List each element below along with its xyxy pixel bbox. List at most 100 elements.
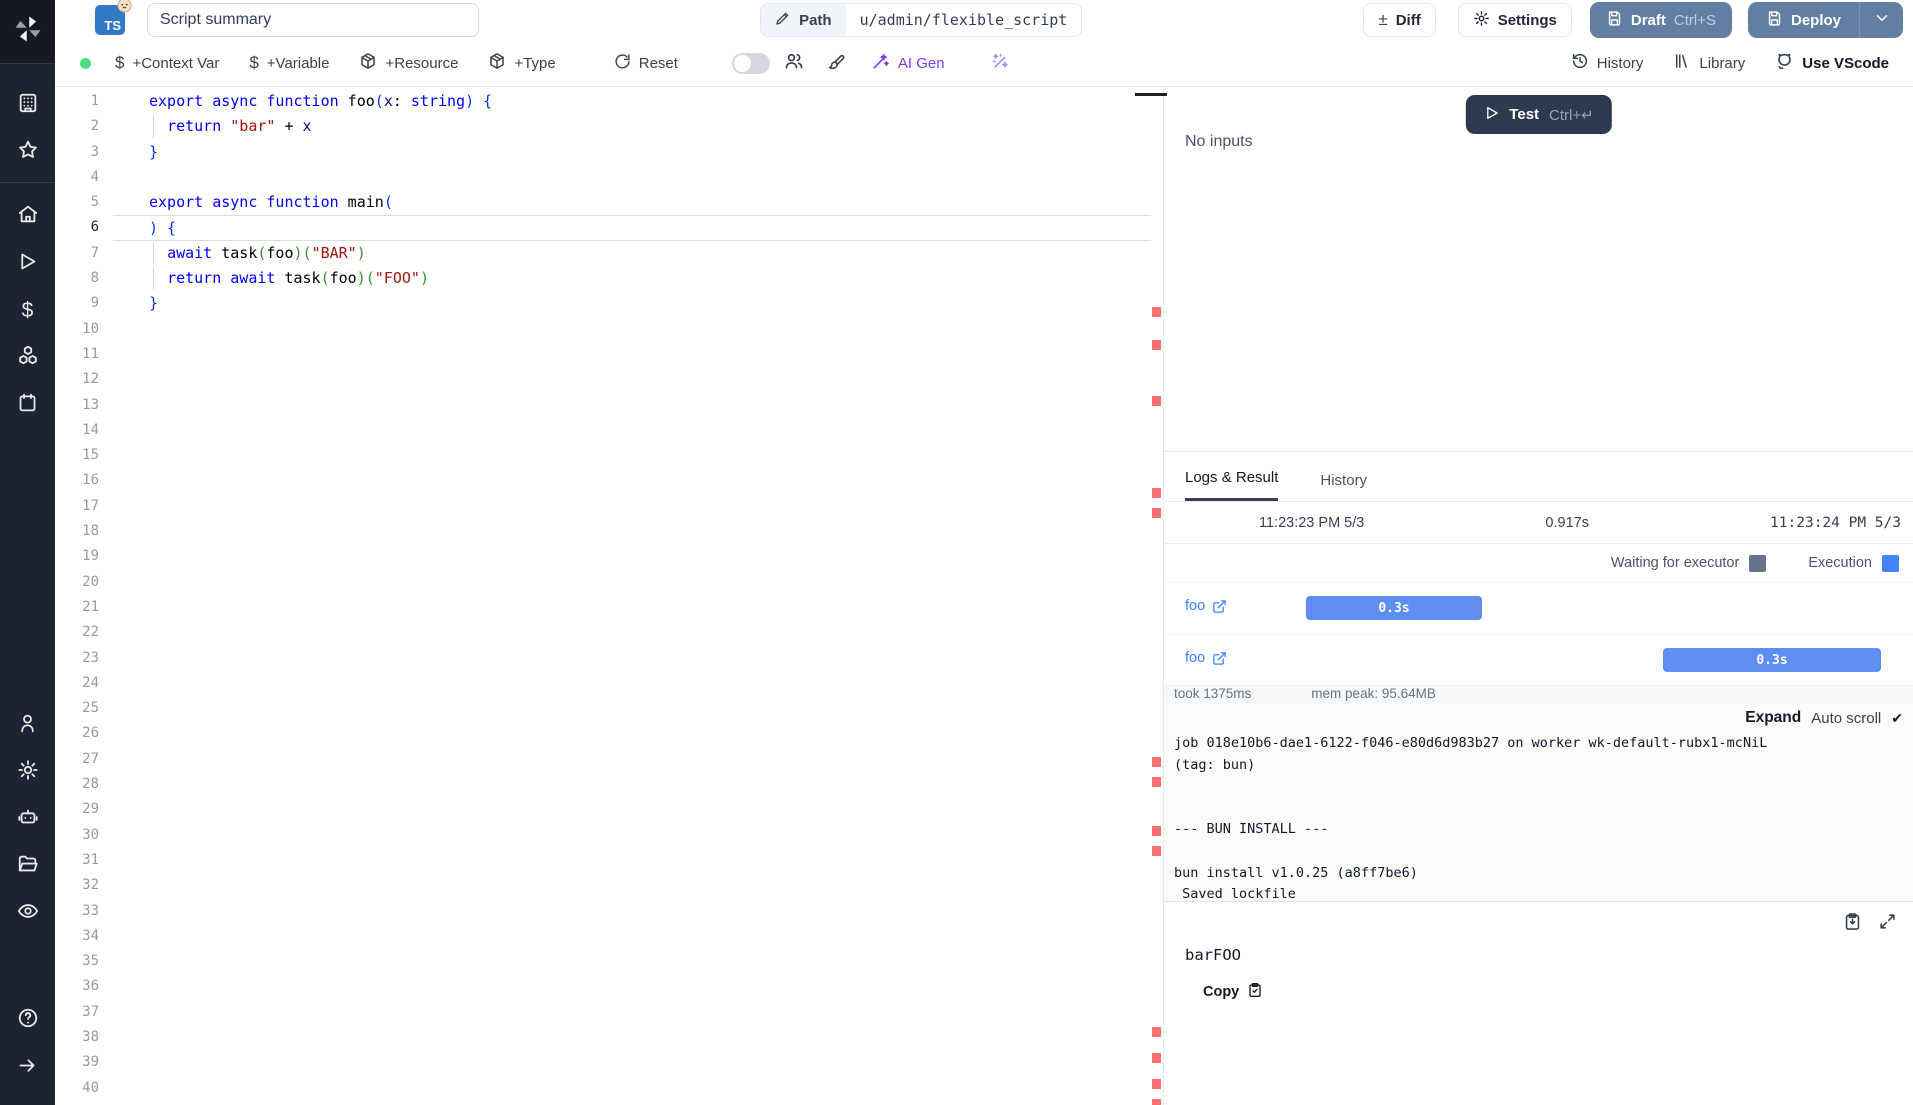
- code-line[interactable]: [149, 1050, 1151, 1075]
- code-line[interactable]: [149, 899, 1151, 924]
- code-line[interactable]: [149, 721, 1151, 746]
- code-line[interactable]: return "bar" + x: [149, 114, 1151, 139]
- code-line[interactable]: [149, 949, 1151, 974]
- code-line[interactable]: ) {: [113, 215, 1151, 240]
- code-line[interactable]: [149, 646, 1151, 671]
- task-link[interactable]: foo: [1185, 598, 1227, 614]
- code-line[interactable]: [149, 519, 1151, 544]
- format-button[interactable]: [826, 52, 845, 75]
- line-number: 17: [55, 494, 99, 519]
- code-line[interactable]: [149, 848, 1151, 873]
- error-marker: [1152, 757, 1161, 767]
- tab-history[interactable]: History: [1320, 472, 1367, 501]
- code-line[interactable]: [149, 1000, 1151, 1025]
- code-line[interactable]: [149, 544, 1151, 569]
- reset-button[interactable]: Reset: [614, 53, 678, 74]
- sidebar-item-runs[interactable]: [0, 240, 55, 287]
- left-rail: $: [0, 0, 55, 1105]
- code-line[interactable]: [149, 494, 1151, 519]
- code-line[interactable]: [149, 671, 1151, 696]
- path-control: Path u/admin/flexible_script: [760, 3, 1082, 37]
- bun-icon: [117, 0, 132, 16]
- code-line[interactable]: [149, 342, 1151, 367]
- code-line[interactable]: [149, 443, 1151, 468]
- deploy-button[interactable]: Deploy: [1748, 2, 1859, 38]
- code-line[interactable]: await task(foo)("BAR"): [149, 241, 1151, 266]
- expand-logs-button[interactable]: Expand: [1745, 709, 1801, 727]
- sidebar-item-help[interactable]: [0, 997, 55, 1044]
- code-line[interactable]: [149, 570, 1151, 595]
- add-resource-button[interactable]: +Resource: [359, 52, 458, 74]
- sidebar-item-variables[interactable]: $: [0, 287, 55, 334]
- copy-json-icon[interactable]: [1843, 912, 1862, 931]
- add-type-button[interactable]: +Type: [488, 52, 555, 74]
- copy-result-button[interactable]: Copy: [1203, 982, 1913, 1002]
- code-line[interactable]: }: [149, 291, 1151, 316]
- multiplayer-button[interactable]: [784, 51, 804, 75]
- task-link[interactable]: foo: [1185, 650, 1227, 666]
- deploy-more-button[interactable]: [1859, 2, 1903, 38]
- edit-path-button[interactable]: Path: [761, 4, 846, 36]
- task-duration-bar[interactable]: 0.3s: [1663, 648, 1881, 672]
- code-line[interactable]: [149, 468, 1151, 493]
- code-line[interactable]: [149, 317, 1151, 342]
- code-line[interactable]: [149, 1076, 1151, 1101]
- sidebar-item-folders[interactable]: [0, 843, 55, 890]
- play-icon: [1483, 105, 1499, 125]
- add-context-var-button[interactable]: $ +Context Var: [115, 53, 219, 73]
- ai-fix-button[interactable]: [991, 52, 1010, 75]
- sidebar-item-settings[interactable]: [0, 749, 55, 796]
- settings-button[interactable]: Settings: [1458, 3, 1572, 37]
- code-line[interactable]: [149, 823, 1151, 848]
- code-line[interactable]: export async function foo(x: string) {: [149, 89, 1151, 114]
- sidebar-item-audit[interactable]: [0, 890, 55, 937]
- code-line[interactable]: export async function main(: [149, 190, 1151, 215]
- assistant-toggle[interactable]: [732, 53, 770, 74]
- sidebar-item-schedules[interactable]: [0, 381, 55, 428]
- test-button[interactable]: Test Ctrl+↵: [1465, 95, 1611, 134]
- task-duration-bar[interactable]: 0.3s: [1306, 596, 1482, 620]
- code-line[interactable]: }: [149, 140, 1151, 165]
- code-line[interactable]: [149, 797, 1151, 822]
- code-line[interactable]: [149, 367, 1151, 392]
- code-line[interactable]: return await task(foo)("FOO"): [149, 266, 1151, 291]
- sidebar-collapse[interactable]: [0, 1044, 55, 1091]
- ai-gen-button[interactable]: AI Gen: [871, 52, 945, 75]
- sidebar-item-resources[interactable]: [0, 334, 55, 381]
- code-editor[interactable]: 1234567891011121314151617181920212223242…: [55, 87, 1151, 1105]
- brush-icon: [826, 52, 845, 75]
- tab-logs-result[interactable]: Logs & Result: [1185, 469, 1278, 501]
- log-viewer[interactable]: Expand Auto scroll ✔ job 018e10b6-dae1-6…: [1164, 703, 1913, 901]
- sidebar-item-favorites[interactable]: [0, 129, 55, 176]
- sidebar-item-users[interactable]: [0, 702, 55, 749]
- sidebar-item-workers[interactable]: [0, 796, 55, 843]
- split-resize-handle[interactable]: [1135, 93, 1167, 96]
- library-button[interactable]: Library: [1673, 52, 1745, 74]
- workspace-logo[interactable]: [0, 0, 55, 64]
- autoscroll-checkbox[interactable]: ✔: [1891, 710, 1903, 727]
- code-line[interactable]: [149, 696, 1151, 721]
- add-variable-button[interactable]: $ +Variable: [249, 53, 329, 73]
- code-line[interactable]: [149, 418, 1151, 443]
- save-icon: [1766, 10, 1783, 31]
- error-marker: [1152, 508, 1161, 518]
- code-line[interactable]: [149, 393, 1151, 418]
- log-line: (tag: bun): [1174, 755, 1903, 777]
- use-vscode-button[interactable]: Use VScode: [1775, 52, 1889, 75]
- code-line[interactable]: [149, 1025, 1151, 1050]
- history-button[interactable]: History: [1571, 52, 1644, 74]
- code-line[interactable]: [149, 873, 1151, 898]
- code-line[interactable]: [149, 747, 1151, 772]
- diff-button[interactable]: ± Diff: [1363, 3, 1435, 37]
- maximize-icon[interactable]: [1878, 912, 1897, 931]
- code-line[interactable]: [149, 165, 1151, 190]
- draft-button[interactable]: Draft Ctrl+S: [1590, 2, 1732, 38]
- sidebar-item-workspace[interactable]: [0, 82, 55, 129]
- code-line[interactable]: [149, 924, 1151, 949]
- code-line[interactable]: [149, 595, 1151, 620]
- code-line[interactable]: [149, 772, 1151, 797]
- code-line[interactable]: [149, 620, 1151, 645]
- sidebar-item-home[interactable]: [0, 193, 55, 240]
- code-line[interactable]: [149, 974, 1151, 999]
- script-summary-input[interactable]: [147, 3, 479, 37]
